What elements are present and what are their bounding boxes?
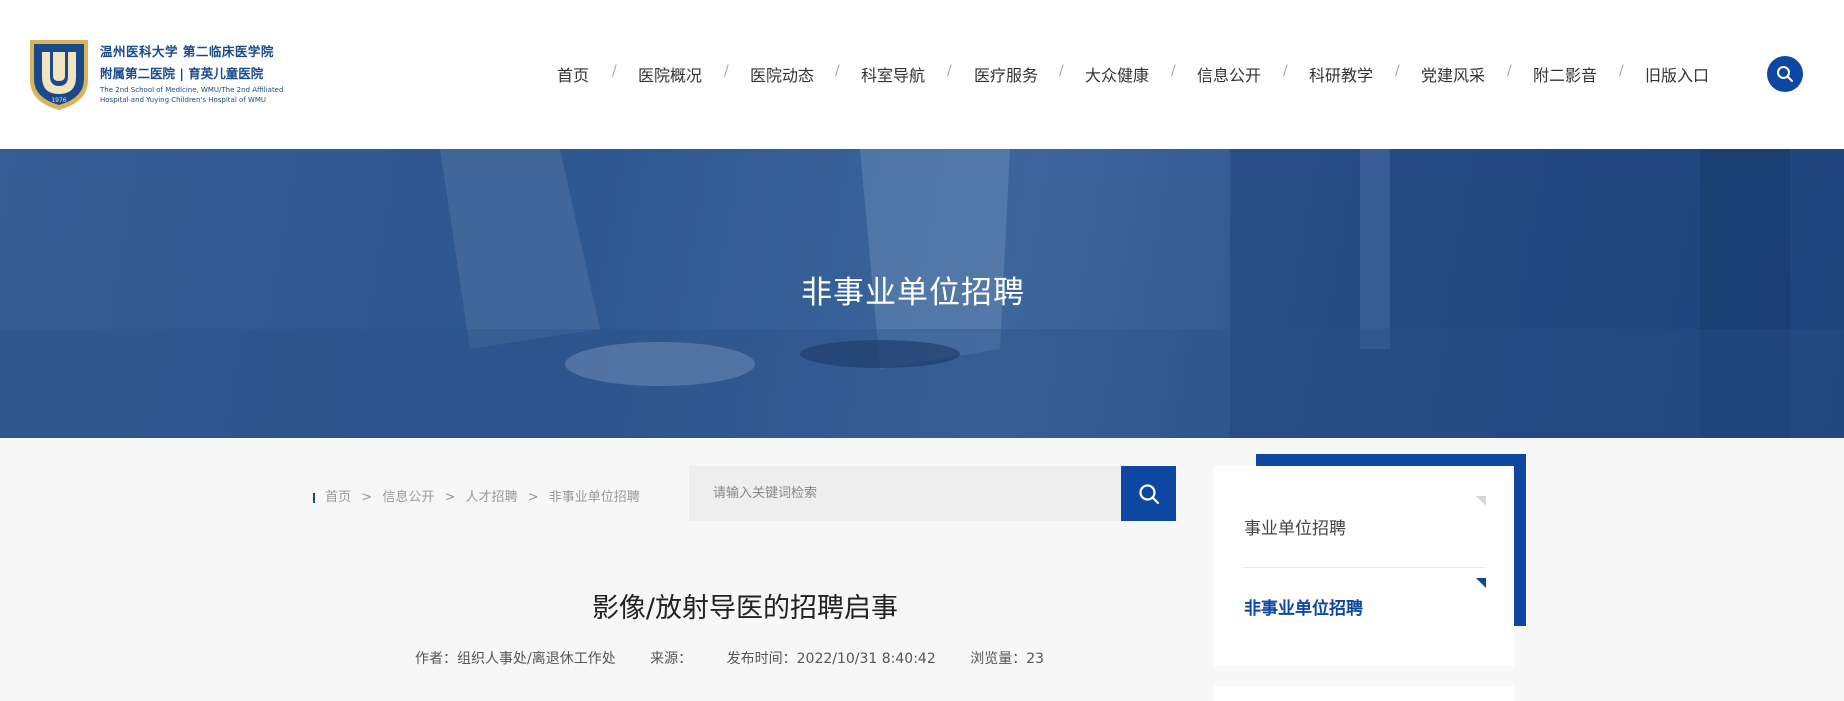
main-nav: 首页 / 医院概况 / 医院动态 / 科室导航 / 医疗服务 / 大众健康 / … bbox=[0, 62, 1844, 86]
nav-separator: / bbox=[724, 63, 729, 79]
logo-english-1: The 2nd School of Medicine, WMU/The 2nd … bbox=[100, 86, 284, 94]
sidebar-secondary-panel bbox=[1214, 686, 1514, 701]
search-icon bbox=[1138, 483, 1159, 504]
page-banner: 非事业单位招聘 bbox=[0, 149, 1844, 438]
nav-separator: / bbox=[1619, 63, 1624, 79]
search-button[interactable] bbox=[1121, 466, 1176, 521]
nav-separator: / bbox=[1395, 63, 1400, 79]
nav-public-health[interactable]: 大众健康 bbox=[1085, 62, 1149, 86]
search-icon bbox=[1777, 66, 1793, 82]
sidebar-item-public-institution-recruitment[interactable]: 事业单位招聘 bbox=[1244, 514, 1346, 539]
article-author: 作者：组织人事处/离退休工作处 bbox=[415, 651, 616, 667]
corner-triangle-icon bbox=[1476, 578, 1486, 588]
sidebar-menu: 事业单位招聘 非事业单位招聘 bbox=[1214, 466, 1514, 666]
nav-separator: / bbox=[1171, 63, 1176, 79]
nav-separator: / bbox=[612, 63, 617, 79]
nav-home[interactable]: 首页 bbox=[557, 62, 589, 86]
logo-line-3: The 2nd School of Medicine, WMU/The 2nd … bbox=[100, 85, 283, 105]
sidebar-divider bbox=[1244, 567, 1484, 568]
article-view-count: 浏览量：23 bbox=[970, 651, 1045, 667]
crest-year: 1976 bbox=[51, 97, 66, 104]
corner-triangle-icon bbox=[1476, 496, 1486, 506]
breadcrumb-separator: > bbox=[361, 490, 373, 505]
nav-separator: / bbox=[1507, 63, 1512, 79]
search-input[interactable] bbox=[689, 466, 1122, 521]
nav-departments[interactable]: 科室导航 bbox=[861, 62, 925, 86]
logo-english-2: Hospital and Yuying Children's Hospital … bbox=[100, 96, 267, 104]
breadcrumb: 首页 > 信息公开 > 人才招聘 > 非事业单位招聘 bbox=[313, 486, 640, 505]
nav-hospital-overview[interactable]: 医院概况 bbox=[638, 62, 702, 86]
breadcrumb-current[interactable]: 非事业单位招聘 bbox=[549, 490, 640, 505]
nav-medical-services[interactable]: 医疗服务 bbox=[974, 62, 1038, 86]
header-search-button[interactable] bbox=[1767, 56, 1803, 92]
nav-old-version[interactable]: 旧版入口 bbox=[1645, 62, 1709, 86]
nav-hospital-news[interactable]: 医院动态 bbox=[750, 62, 814, 86]
breadcrumb-marker bbox=[313, 492, 315, 503]
banner-title: 非事业单位招聘 bbox=[801, 275, 1025, 311]
nav-party-building[interactable]: 党建风采 bbox=[1421, 62, 1485, 86]
logo-line-1: 温州医科大学 第二临床医学院 bbox=[100, 44, 274, 59]
nav-research-teaching[interactable]: 科研教学 bbox=[1309, 62, 1373, 86]
article-meta: 作者：组织人事处/离退休工作处 来源： 发布时间：2022/10/31 8:40… bbox=[415, 648, 1074, 668]
nav-information-disclosure[interactable]: 信息公开 bbox=[1197, 62, 1261, 86]
article-source: 来源： bbox=[650, 651, 693, 667]
nav-separator: / bbox=[835, 63, 840, 79]
nav-separator: / bbox=[1059, 63, 1064, 79]
article-published-time: 发布时间：2022/10/31 8:40:42 bbox=[726, 651, 936, 667]
breadcrumb-separator: > bbox=[527, 490, 539, 505]
nav-media[interactable]: 附二影音 bbox=[1533, 62, 1597, 86]
breadcrumb-recruitment[interactable]: 人才招聘 bbox=[466, 490, 518, 505]
breadcrumb-separator: > bbox=[444, 490, 456, 505]
nav-separator: / bbox=[1283, 63, 1288, 79]
site-header: 1976 温州医科大学 第二临床医学院 附属第二医院 | 育英儿童医院 The … bbox=[0, 0, 1844, 149]
sidebar-item-non-public-institution-recruitment[interactable]: 非事业单位招聘 bbox=[1244, 594, 1363, 619]
breadcrumb-home[interactable]: 首页 bbox=[325, 490, 351, 505]
breadcrumb-info-disclosure[interactable]: 信息公开 bbox=[382, 490, 434, 505]
nav-separator: / bbox=[947, 63, 952, 79]
